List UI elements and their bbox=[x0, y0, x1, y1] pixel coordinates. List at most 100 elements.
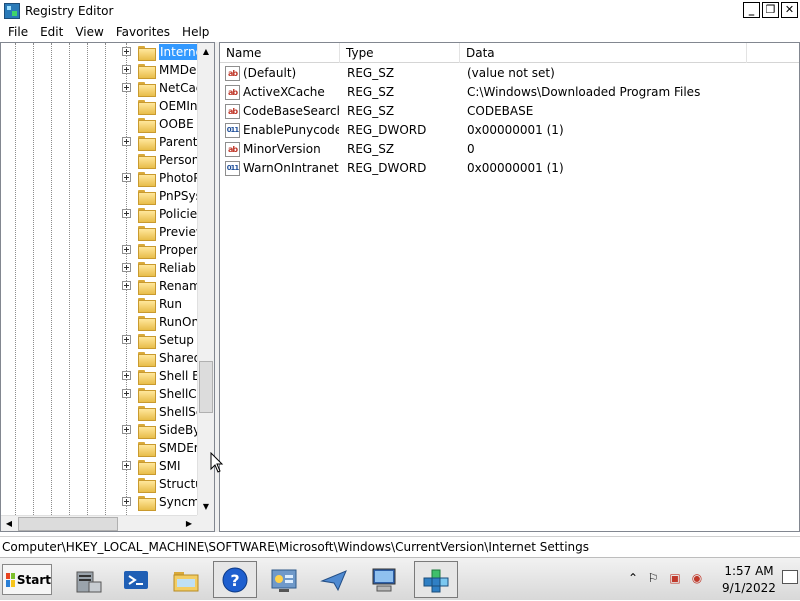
expand-plus-icon[interactable] bbox=[122, 371, 131, 380]
tree-node[interactable]: ShellCo bbox=[1, 385, 197, 403]
tree-horizontal-scrollbar[interactable]: ◀ ▶ bbox=[1, 515, 197, 531]
menu-help[interactable]: Help bbox=[176, 25, 215, 39]
menu-favorites[interactable]: Favorites bbox=[110, 25, 176, 39]
expand-plus-icon[interactable] bbox=[122, 461, 131, 470]
clock-time[interactable]: 1:57 AM bbox=[719, 564, 779, 578]
expand-plus-icon[interactable] bbox=[122, 209, 131, 218]
registry-tree-pane[interactable]: Interne MMDe NetCac OEMIn OOBE Parenta Person P… bbox=[0, 42, 215, 532]
restore-button[interactable]: ❐ bbox=[762, 2, 779, 18]
tree-node[interactable]: Interne bbox=[1, 43, 197, 61]
tree-node[interactable]: Preview bbox=[1, 223, 197, 241]
folder-icon bbox=[138, 316, 156, 331]
menu-view[interactable]: View bbox=[69, 25, 109, 39]
value-name: EnablePunycode bbox=[243, 123, 339, 137]
registry-value-row[interactable]: ab (Default) REG_SZ (value not set) bbox=[220, 64, 799, 83]
network-error-icon[interactable]: ▣ bbox=[668, 571, 682, 585]
taskbar-control-panel[interactable] bbox=[262, 561, 306, 598]
tree-node[interactable]: RunOn bbox=[1, 313, 197, 331]
column-header-name[interactable]: Name bbox=[220, 43, 340, 63]
tree-node-label: Interne bbox=[159, 44, 197, 60]
tree-node[interactable]: Run bbox=[1, 295, 197, 313]
taskbar-file-explorer[interactable] bbox=[164, 561, 208, 598]
tree-node[interactable]: Syncm bbox=[1, 493, 197, 511]
expand-plus-icon[interactable] bbox=[122, 335, 131, 344]
expand-plus-icon[interactable] bbox=[122, 425, 131, 434]
menu-edit[interactable]: Edit bbox=[34, 25, 69, 39]
tree-node[interactable]: NetCac bbox=[1, 79, 197, 97]
expand-plus-icon[interactable] bbox=[122, 47, 131, 56]
tree-node[interactable]: Setup bbox=[1, 331, 197, 349]
tree-node-label: MMDe bbox=[159, 63, 197, 77]
start-button[interactable]: Start bbox=[2, 564, 52, 595]
show-desktop-button[interactable] bbox=[782, 570, 798, 584]
registry-value-row[interactable]: ab MinorVersion REG_SZ 0 bbox=[220, 140, 799, 159]
clock-date[interactable]: 9/1/2022 bbox=[719, 581, 779, 595]
tree-node[interactable]: Structu bbox=[1, 475, 197, 493]
scroll-down-arrow-icon[interactable]: ▼ bbox=[198, 498, 214, 515]
registry-value-row[interactable]: abCodeBaseSearch... REG_SZ CODEBASE bbox=[220, 102, 799, 121]
registry-value-row[interactable]: ab ActiveXCache REG_SZ C:\Windows\Downloade… bbox=[220, 83, 799, 102]
taskbar-send[interactable] bbox=[312, 561, 356, 598]
expand-plus-icon[interactable] bbox=[122, 245, 131, 254]
tree-node[interactable]: Parenta bbox=[1, 133, 197, 151]
volume-muted-icon[interactable]: ◉ bbox=[690, 571, 704, 585]
tree-node[interactable]: SMI bbox=[1, 457, 197, 475]
expand-plus-icon[interactable] bbox=[122, 173, 131, 182]
value-name: WarnOnIntranet bbox=[243, 161, 339, 175]
expand-plus-icon[interactable] bbox=[122, 389, 131, 398]
column-header-data[interactable]: Data bbox=[460, 43, 747, 63]
folder-icon bbox=[138, 154, 156, 169]
value-type: REG_SZ bbox=[347, 85, 395, 99]
tree-vertical-scrollbar[interactable]: ▲ ▼ bbox=[197, 43, 214, 515]
column-header-type[interactable]: Type bbox=[340, 43, 460, 63]
expand-plus-icon[interactable] bbox=[122, 263, 131, 272]
registry-value-row[interactable]: 011 EnablePunycode REG_DWORD 0x00000001 (1) bbox=[220, 121, 799, 140]
expand-plus-icon[interactable] bbox=[122, 137, 131, 146]
expand-plus-icon[interactable] bbox=[122, 65, 131, 74]
tree-node-label: ShellSe bbox=[159, 405, 197, 419]
folder-icon bbox=[138, 298, 156, 313]
scroll-thumb[interactable] bbox=[199, 361, 213, 413]
expand-plus-icon[interactable] bbox=[122, 497, 131, 506]
taskbar-server-manager[interactable] bbox=[66, 561, 110, 598]
tree-node[interactable]: ShellSe bbox=[1, 403, 197, 421]
tree-node[interactable]: Policie bbox=[1, 205, 197, 223]
show-hidden-icons-icon[interactable]: ⌃ bbox=[626, 571, 640, 585]
expand-plus-icon[interactable] bbox=[122, 83, 131, 92]
close-button[interactable]: ✕ bbox=[781, 2, 798, 18]
string-value-icon: ab bbox=[225, 66, 240, 81]
taskbar-powershell[interactable] bbox=[114, 561, 158, 598]
tree-node[interactable]: PnPSys bbox=[1, 187, 197, 205]
tree-node[interactable]: MMDe bbox=[1, 61, 197, 79]
expand-plus-icon[interactable] bbox=[122, 281, 131, 290]
value-data: (value not set) bbox=[467, 66, 555, 80]
taskbar-remote-desktop[interactable] bbox=[362, 561, 406, 598]
value-name: CodeBaseSearch... bbox=[243, 104, 339, 118]
tree-node[interactable]: Shared bbox=[1, 349, 197, 367]
registry-values-pane[interactable]: Name Type Data ab (Default) REG_SZ (value n… bbox=[219, 42, 800, 532]
tree-node[interactable]: SMDEr bbox=[1, 439, 197, 457]
tree-node-label: SMDEr bbox=[159, 441, 197, 455]
mouse-cursor-icon bbox=[210, 452, 224, 473]
action-center-flag-icon[interactable]: ⚐ bbox=[646, 571, 660, 585]
tree-node[interactable]: Renam bbox=[1, 277, 197, 295]
taskbar-help[interactable]: ? bbox=[213, 561, 257, 598]
folder-icon bbox=[138, 172, 156, 187]
tree-node[interactable]: OEMIn bbox=[1, 97, 197, 115]
tree-node[interactable]: Reliabi bbox=[1, 259, 197, 277]
tree-node[interactable]: Person bbox=[1, 151, 197, 169]
scroll-right-arrow-icon[interactable]: ▶ bbox=[181, 516, 197, 531]
scroll-left-arrow-icon[interactable]: ◀ bbox=[1, 516, 17, 531]
tree-node[interactable]: SideBy bbox=[1, 421, 197, 439]
menu-file[interactable]: File bbox=[2, 25, 34, 39]
scroll-thumb[interactable] bbox=[18, 517, 118, 531]
tree-node[interactable]: OOBE bbox=[1, 115, 197, 133]
tree-node[interactable]: Proper bbox=[1, 241, 197, 259]
tree-node[interactable]: Shell Ex bbox=[1, 367, 197, 385]
scroll-up-arrow-icon[interactable]: ▲ bbox=[198, 43, 214, 60]
minimize-button[interactable]: _ bbox=[743, 2, 760, 18]
tree-node[interactable]: PhotoP bbox=[1, 169, 197, 187]
registry-value-row[interactable]: 011 WarnOnIntranet REG_DWORD 0x00000001 (1) bbox=[220, 159, 799, 178]
taskbar-registry-editor[interactable] bbox=[414, 561, 458, 598]
tree-node-label: Setup bbox=[159, 333, 194, 347]
